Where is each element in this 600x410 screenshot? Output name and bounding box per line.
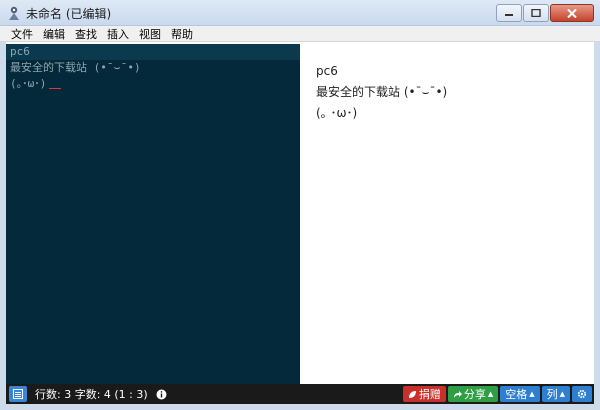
caret-up-icon: ▲ — [559, 389, 565, 398]
window-title: 未命名 (已编辑) — [26, 7, 112, 21]
editor-line[interactable]: (｡･ω･) — [6, 76, 300, 92]
editor-line[interactable]: 最安全的下载站 (•ˉ⌣ˉ•) — [6, 60, 300, 76]
menu-edit[interactable]: 编辑 — [38, 26, 70, 42]
title-bar: 未命名 (已编辑) — [0, 0, 600, 26]
preview-line: pc6 — [316, 64, 338, 78]
info-icon[interactable] — [156, 389, 167, 400]
caret-up-icon: ▲ — [487, 389, 494, 398]
minimize-icon — [505, 14, 513, 16]
window-controls — [496, 4, 594, 22]
leaf-icon — [408, 390, 416, 398]
text-cursor — [49, 88, 62, 89]
window-frame-right — [594, 42, 600, 410]
gear-icon — [577, 389, 587, 399]
close-icon — [567, 8, 577, 18]
preview-line: 最安全的下载站 (•ˉ⌣ˉ•) — [316, 85, 448, 99]
menu-view[interactable]: 视图 — [134, 26, 166, 42]
donate-button[interactable]: 捐赠 — [402, 386, 446, 402]
share-icon — [453, 390, 462, 398]
donate-label: 捐赠 — [418, 388, 441, 401]
spaces-button[interactable]: 空格 ▲ — [500, 386, 540, 402]
status-bar: 行数: 3 字数: 4 (1 : 3) 捐赠 分享 ▲ 空格 ▲ 列 ▲ — [6, 384, 594, 404]
window-frame-bottom — [0, 404, 600, 410]
column-button[interactable]: 列 ▲ — [541, 386, 570, 402]
close-button[interactable] — [550, 4, 594, 22]
menu-bar: 文件 编辑 查找 插入 视图 帮助 — [0, 26, 600, 42]
share-label: 分享 — [463, 388, 486, 401]
app-icon — [9, 6, 19, 20]
menu-find[interactable]: 查找 — [70, 26, 102, 42]
menu-insert[interactable]: 插入 — [102, 26, 134, 42]
spaces-label: 空格 — [505, 388, 528, 401]
preview-pane: pc6 最安全的下载站 (•ˉ⌣ˉ•) (｡ ･ω･) — [300, 44, 594, 384]
maximize-icon — [531, 9, 541, 17]
status-actions: 捐赠 分享 ▲ 空格 ▲ 列 ▲ — [402, 386, 592, 402]
settings-button[interactable] — [572, 386, 592, 402]
editor-line[interactable]: pc6 — [6, 44, 300, 60]
list-icon — [13, 389, 23, 399]
column-label: 列 — [546, 388, 558, 401]
menu-file[interactable]: 文件 — [6, 26, 38, 42]
document-stats: 行数: 3 字数: 4 (1 : 3) — [35, 388, 148, 401]
caret-up-icon: ▲ — [529, 389, 535, 398]
minimize-button[interactable] — [496, 4, 522, 22]
document-list-button[interactable] — [9, 386, 27, 402]
menu-help[interactable]: 帮助 — [166, 26, 198, 42]
maximize-button[interactable] — [523, 4, 549, 22]
share-button[interactable]: 分享 ▲ — [447, 386, 499, 402]
markdown-editor[interactable]: pc6 最安全的下载站 (•ˉ⌣ˉ•) (｡･ω･) — [6, 44, 300, 384]
editor-line-text: (｡･ω･) — [10, 77, 47, 90]
preview-line: (｡ ･ω･) — [316, 106, 358, 120]
